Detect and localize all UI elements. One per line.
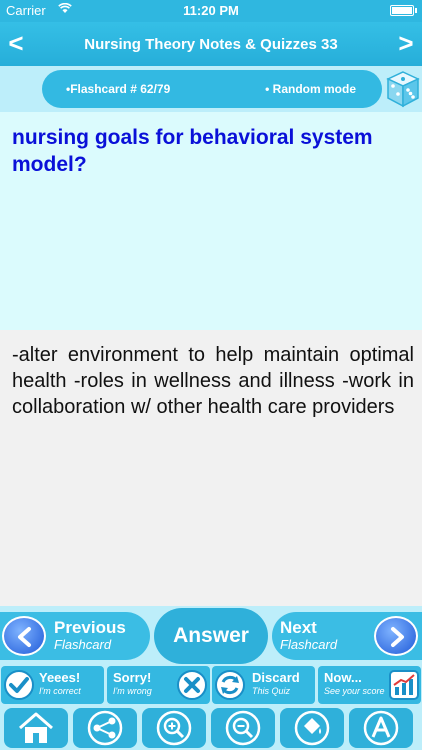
dice-icon[interactable] (386, 70, 420, 108)
paint-bucket-icon (294, 710, 330, 746)
flashcard-controls: Previous Flashcard Answer Next Flashcard (0, 606, 422, 664)
answer-button[interactable]: Answer (154, 608, 268, 664)
flashcard-info-pill: •Flashcard # 62/79 • Random mode (42, 70, 382, 108)
battery-icon (390, 5, 417, 16)
answer-area: -alter environment to help maintain opti… (0, 330, 422, 606)
home-button[interactable] (4, 708, 68, 748)
wrong-subtitle: I'm wrong (113, 686, 152, 696)
bar-chart-icon (389, 670, 419, 700)
wrong-title: Sorry! (113, 670, 152, 685)
previous-label: Previous (54, 618, 126, 637)
theme-button[interactable] (280, 708, 344, 748)
question-text: nursing goals for behavioral system mode… (12, 126, 373, 176)
discard-subtitle: This Quiz (252, 686, 291, 696)
see-score-button[interactable]: Now... See your score (318, 666, 421, 704)
home-icon (19, 712, 53, 743)
random-mode-toggle[interactable]: • Random mode (265, 82, 356, 96)
quiz-actions: Yeees! I'm correct Sorry! I'm wrong Disc… (0, 664, 422, 706)
status-time: 11:20 PM (183, 3, 239, 18)
score-subtitle: See your score (324, 686, 385, 696)
flashcard-counter: •Flashcard # 62/79 (66, 82, 171, 96)
correct-button[interactable]: Yeees! I'm correct (1, 666, 104, 704)
nav-bar: < Nursing Theory Notes & Quizzes 33 > (0, 22, 422, 66)
cross-icon (177, 670, 207, 700)
zoom-in-icon (156, 710, 192, 746)
font-icon (363, 710, 399, 746)
correct-title: Yeees! (39, 670, 81, 685)
status-bar: Carrier 11:20 PM (0, 0, 422, 22)
zoom-in-button[interactable] (142, 708, 206, 748)
nav-next-button[interactable]: > (392, 28, 420, 59)
arrow-right-icon (374, 616, 418, 656)
discard-title: Discard (252, 670, 300, 685)
correct-subtitle: I'm correct (39, 686, 81, 696)
zoom-out-button[interactable] (211, 708, 275, 748)
zoom-out-icon (225, 710, 261, 746)
share-icon (87, 710, 123, 746)
question-area: nursing goals for behavioral system mode… (0, 112, 422, 330)
answer-text: -alter environment to help maintain opti… (12, 344, 414, 418)
share-button[interactable] (73, 708, 137, 748)
info-band: •Flashcard # 62/79 • Random mode (0, 66, 422, 112)
font-button[interactable] (349, 708, 413, 748)
checkmark-icon (4, 670, 34, 700)
discard-quiz-button[interactable]: Discard This Quiz (212, 666, 315, 704)
arrow-left-icon (2, 616, 46, 656)
page-title: Nursing Theory Notes & Quizzes 33 (84, 36, 338, 53)
next-sublabel: Flashcard (280, 637, 338, 652)
bottom-toolbar (0, 706, 422, 750)
recycle-icon (215, 670, 245, 700)
next-label: Next (280, 618, 317, 637)
previous-sublabel: Flashcard (54, 637, 112, 652)
previous-flashcard-button[interactable]: Previous Flashcard (0, 612, 150, 660)
score-title: Now... (324, 670, 362, 685)
wrong-button[interactable]: Sorry! I'm wrong (107, 666, 210, 704)
next-flashcard-button[interactable]: Next Flashcard (272, 612, 422, 660)
